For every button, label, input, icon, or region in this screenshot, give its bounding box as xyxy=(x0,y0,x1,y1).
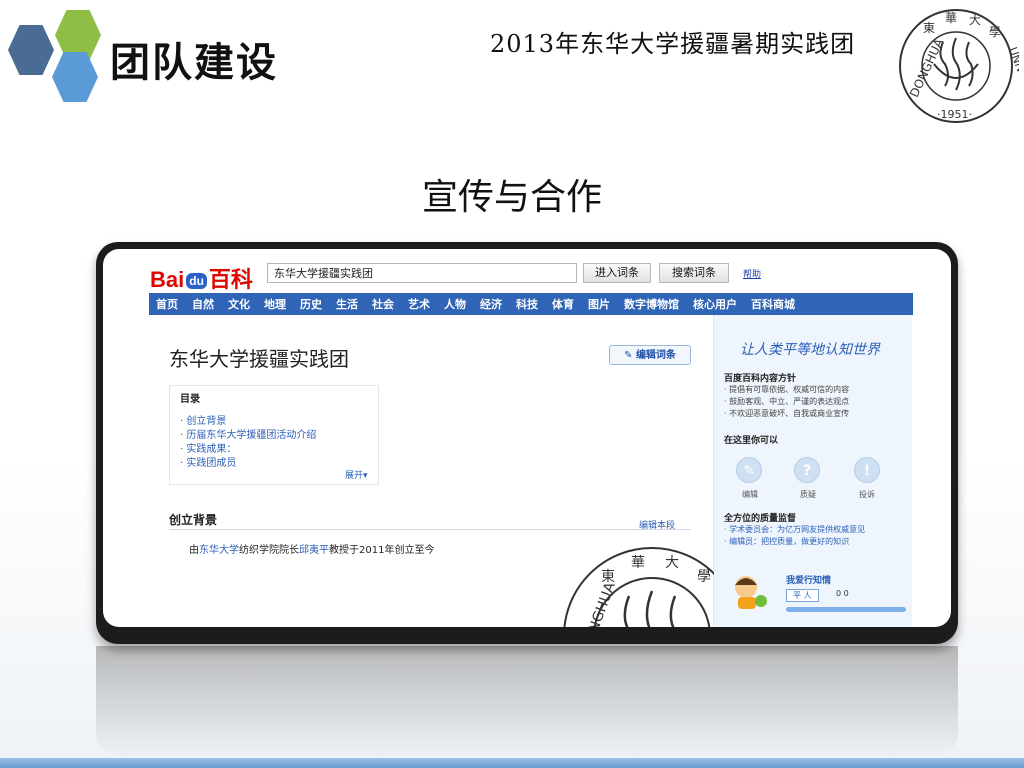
svg-text:華: 華 xyxy=(631,555,645,571)
exclamation-icon[interactable]: ! xyxy=(854,457,880,483)
mascot-avatar xyxy=(735,576,767,609)
policy-title: 百度百科内容方针 xyxy=(724,374,797,384)
action-label-question: 质疑 xyxy=(800,490,816,499)
team-title: 2013年东华大学援疆暑期实践团 xyxy=(490,30,856,58)
svg-text:UNIVERSITY: UNIVERSITY xyxy=(1006,45,1019,111)
nav-item[interactable]: 图片 xyxy=(581,296,617,312)
para-suffix: 教授于2011年创立至今 xyxy=(329,545,435,556)
progress-bar xyxy=(786,607,906,612)
toc-expand-link[interactable]: 展开▾ xyxy=(345,468,368,481)
quality-title: 全方位的质量监督 xyxy=(724,514,797,524)
screenshot-reflection xyxy=(96,646,958,758)
logo-hexagon-blue xyxy=(52,52,98,102)
edit-entry-label: 编辑词条 xyxy=(635,350,676,361)
intro-paragraph: 由东华大学纺织学院院长邱夷平教授于2011年创立至今 xyxy=(189,541,434,556)
can-do-title: 在这里你可以 xyxy=(724,436,779,446)
svg-text:東: 東 xyxy=(923,21,935,35)
nav-item[interactable]: 社会 xyxy=(365,296,401,312)
logo-text-bai: Bai xyxy=(150,267,185,292)
svg-text:DONGHUA: DONGHUA xyxy=(907,36,947,100)
quality-line[interactable]: · 编辑员：把控质量，做更好的知识 xyxy=(724,536,849,547)
help-link[interactable]: 帮助 xyxy=(743,267,761,280)
category-navbar: 首页 自然 文化 地理 历史 生活 社会 艺术 人物 经济 科技 体育 图片 数… xyxy=(149,293,913,315)
toc-item[interactable]: · 实践团成员 xyxy=(180,454,236,469)
nav-item[interactable]: 百科商城 xyxy=(744,296,802,312)
edit-pencil-icon[interactable]: ✎ xyxy=(736,457,762,483)
question-icon[interactable]: ? xyxy=(794,457,820,483)
svg-text:學: 學 xyxy=(697,569,711,585)
svg-text:大: 大 xyxy=(665,555,679,571)
search-input[interactable]: 东华大学援疆实践团 xyxy=(267,263,577,283)
entry-title: 东华大学援疆实践团 xyxy=(169,347,349,371)
section-heading: 创立背景 xyxy=(169,513,218,527)
nav-item[interactable]: 科技 xyxy=(509,296,545,312)
sidebar: 让人类平等地认知世界 百度百科内容方针 · 提倡有可靠依据、权威可信的内容 · … xyxy=(714,315,912,627)
user-title[interactable]: 我爱行知情 xyxy=(786,573,831,586)
nav-item[interactable]: 文化 xyxy=(221,296,257,312)
nav-item[interactable]: 数字博物馆 xyxy=(617,296,686,312)
section-divider xyxy=(169,529,691,530)
nav-item[interactable]: 人物 xyxy=(437,296,473,312)
enter-entry-button[interactable]: 进入词条 xyxy=(583,263,651,283)
baidu-baike-logo[interactable]: Bai du 百科 xyxy=(150,262,253,294)
paw-icon: du xyxy=(186,273,207,290)
policy-line: · 鼓励客观、中立、严谨的表达观点 xyxy=(724,397,850,406)
action-label-report: 投诉 xyxy=(859,490,875,499)
toc-item[interactable]: · 实践成果： xyxy=(180,440,236,455)
svg-text:·1951·: ·1951· xyxy=(937,108,972,121)
sidebar-slogan: 让人类平等地认知世界 xyxy=(740,342,880,358)
toc-item[interactable]: · 创立背景 xyxy=(180,412,226,427)
baike-screenshot: Bai du 百科 东华大学援疆实践团 进入词条 搜索词条 帮助 首页 自然 文化 … xyxy=(103,249,951,627)
action-label-edit: 编辑 xyxy=(742,490,758,499)
nav-item[interactable]: 首页 xyxy=(149,296,185,312)
svg-text:大: 大 xyxy=(969,13,981,27)
professor-link[interactable]: 邱夷平 xyxy=(299,545,329,556)
nav-item[interactable]: 经济 xyxy=(473,296,509,312)
para-mid: 纺织学院院长 xyxy=(239,545,299,556)
svg-text:DONGHUA: DONGHUA xyxy=(578,580,618,627)
edit-entry-button[interactable]: ✎ 编辑词条 xyxy=(609,345,691,365)
section-title: 宣传与合作 xyxy=(421,177,602,218)
edit-icon: ✎ xyxy=(624,350,636,361)
toc-item[interactable]: · 历届东华大学援疆团活动介绍 xyxy=(180,426,316,441)
nav-item[interactable]: 生活 xyxy=(329,296,365,312)
nav-item[interactable]: 艺术 xyxy=(401,296,437,312)
policy-line: · 提倡有可靠依据、权威可信的内容 xyxy=(724,385,850,394)
university-seal: 東 華 大 學 DONGHUA UNIVERSITY ·1951· xyxy=(899,9,1019,123)
quality-line[interactable]: · 学术委员会：为亿万网友提供权威意见 xyxy=(724,524,865,535)
table-of-contents: 目录 · 创立背景 · 历届东华大学援疆团活动介绍 · 实践成果： · 实践团成… xyxy=(169,385,379,485)
para-prefix: 由 xyxy=(189,545,199,556)
bottom-bar xyxy=(0,758,1024,768)
logo-text-baike: 百科 xyxy=(208,267,253,292)
donghua-link[interactable]: 东华大学 xyxy=(199,545,239,556)
slide-title: 团队建设 xyxy=(110,39,278,86)
toc-title: 目录 xyxy=(180,394,200,405)
user-rank-badge: 平 人 xyxy=(786,589,819,602)
nav-item[interactable]: 地理 xyxy=(257,296,293,312)
svg-text:華: 華 xyxy=(945,11,957,25)
svg-text:學: 學 xyxy=(989,25,1001,39)
policy-line: · 不欢迎恶意破坏、自我或商业宣传 xyxy=(724,409,850,418)
nav-item[interactable]: 历史 xyxy=(293,296,329,312)
user-counts: 0 0 xyxy=(836,589,849,598)
logo-hexagon-navy xyxy=(8,25,54,75)
nav-item[interactable]: 核心用户 xyxy=(686,296,744,312)
nav-item[interactable]: 自然 xyxy=(185,296,221,312)
search-entry-button[interactable]: 搜索词条 xyxy=(659,263,729,283)
nav-item[interactable]: 体育 xyxy=(545,296,581,312)
article-column: 东华大学援疆实践团 ✎ 编辑词条 目录 · 创立背景 · 历届东华大学援疆团活动… xyxy=(149,315,747,627)
screenshot-frame: Bai du 百科 东华大学援疆实践团 进入词条 搜索词条 帮助 首页 自然 文化 … xyxy=(96,242,958,644)
